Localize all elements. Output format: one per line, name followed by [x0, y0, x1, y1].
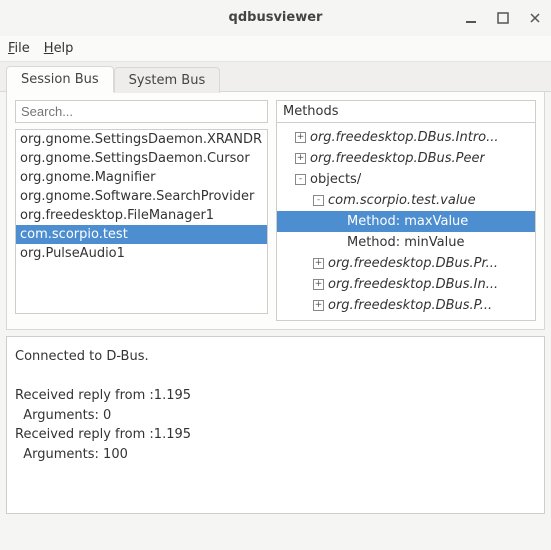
tree-label: org.freedesktop.DBus.Pr... [328, 256, 498, 271]
service-item[interactable]: org.gnome.Magnifier [16, 168, 267, 187]
collapse-icon[interactable]: - [313, 195, 324, 206]
menu-file[interactable]: File [8, 41, 30, 56]
tab-bar: Session Bus System Bus [0, 62, 551, 92]
tree-label: org.freedesktop.DBus.Peer [310, 151, 485, 166]
upper-panes: org.gnome.SettingsDaemon.XRANDR org.gnom… [15, 100, 536, 321]
expand-icon[interactable]: + [313, 279, 324, 290]
titlebar: qdbusviewer [0, 0, 551, 36]
tab-content: org.gnome.SettingsDaemon.XRANDR org.gnom… [6, 92, 545, 330]
tree-node[interactable]: Method: minValue [277, 232, 535, 253]
tree-node[interactable]: Method: maxValue [277, 211, 535, 232]
expand-icon[interactable]: + [295, 153, 306, 164]
tree-label: Method: minValue [347, 235, 464, 250]
collapse-icon[interactable]: - [295, 174, 306, 185]
tree-node[interactable]: + org.freedesktop.DBus.Peer [277, 148, 535, 169]
tab-system-bus[interactable]: System Bus [114, 67, 221, 93]
search-input[interactable] [15, 100, 268, 123]
methods-header: Methods [277, 101, 535, 123]
tree-node[interactable]: + org.freedesktop.DBus.P... [277, 295, 535, 316]
service-item[interactable]: org.PulseAudio1 [16, 244, 267, 263]
close-icon[interactable] [525, 8, 545, 28]
window-controls [461, 0, 545, 36]
tree-node[interactable]: -objects/ [277, 169, 535, 190]
tree-node[interactable]: + org.freedesktop.DBus.Intro... [277, 127, 535, 148]
tab-session-bus[interactable]: Session Bus [6, 66, 114, 92]
tree-label: org.freedesktop.DBus.P... [328, 298, 492, 313]
minimize-icon[interactable] [461, 8, 481, 28]
tree-node[interactable]: + org.freedesktop.DBus.In... [277, 274, 535, 295]
expand-icon[interactable]: + [313, 300, 324, 311]
expand-icon[interactable]: + [295, 132, 306, 143]
service-item[interactable]: org.gnome.Software.SearchProvider [16, 187, 267, 206]
window-title: qdbusviewer [229, 10, 323, 25]
service-item[interactable]: org.gnome.SettingsDaemon.XRANDR [16, 130, 267, 149]
methods-pane: Methods + org.freedesktop.DBus.Intro... +… [276, 100, 536, 321]
tree-node[interactable]: -com.scorpio.test.value [277, 190, 535, 211]
log-output[interactable]: Connected to D-Bus. Received reply from … [6, 336, 545, 514]
tree-label: org.freedesktop.DBus.Intro... [310, 130, 499, 145]
tree-label: com.scorpio.test.value [328, 193, 476, 208]
service-list[interactable]: org.gnome.SettingsDaemon.XRANDR org.gnom… [15, 129, 268, 314]
menu-help[interactable]: Help [44, 41, 74, 56]
service-item[interactable]: org.gnome.SettingsDaemon.Cursor [16, 149, 267, 168]
tree-label: org.freedesktop.DBus.In... [328, 277, 498, 292]
tree-node[interactable]: + org.freedesktop.DBus.Pr... [277, 253, 535, 274]
menubar: File Help [0, 36, 551, 62]
tree-label: objects/ [310, 172, 361, 187]
service-item[interactable]: com.scorpio.test [16, 225, 267, 244]
expand-icon[interactable]: + [313, 258, 324, 269]
methods-tree[interactable]: + org.freedesktop.DBus.Intro... + org.free… [277, 123, 535, 320]
service-item[interactable]: org.freedesktop.FileManager1 [16, 206, 267, 225]
tree-label: Method: maxValue [347, 214, 468, 229]
services-pane: org.gnome.SettingsDaemon.XRANDR org.gnom… [15, 100, 268, 321]
maximize-icon[interactable] [493, 8, 513, 28]
